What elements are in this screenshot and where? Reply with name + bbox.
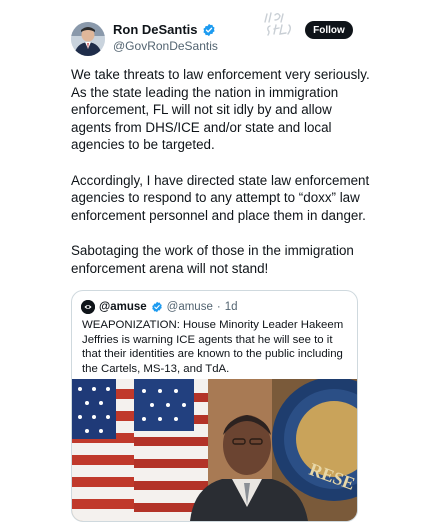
quoted-tweet[interactable]: @amuse @amuse · 1d WEAPONIZATION: House … xyxy=(71,290,358,522)
tweet-paragraph: Accordingly, I have directed state law e… xyxy=(71,172,370,223)
follow-button[interactable]: Follow xyxy=(305,21,353,39)
tweet-text: We take threats to law enforcement very … xyxy=(71,66,371,295)
author-handle[interactable]: @GovRonDeSantis xyxy=(113,39,218,53)
author-name-row: Ron DeSantis xyxy=(113,22,216,37)
verified-badge-icon xyxy=(151,301,162,313)
tweet-card: Ron DeSantis @GovRonDeSantis Follow We t… xyxy=(0,0,429,522)
meta-separator: · xyxy=(216,301,221,313)
watermark-logo-icon xyxy=(264,12,291,36)
tweet-paragraph: Sabotaging the work of those in the immi… xyxy=(71,242,354,276)
tweet-paragraph: We take threats to law enforcement very … xyxy=(71,67,370,153)
quoted-author-name[interactable]: @amuse xyxy=(99,301,147,313)
author-avatar[interactable] xyxy=(71,22,105,56)
author-name[interactable]: Ron DeSantis xyxy=(113,22,198,37)
quoted-author-handle[interactable]: @amuse xyxy=(167,301,213,313)
quoted-tweet-text: WEAPONIZATION: House Minority Leader Hak… xyxy=(82,319,344,375)
quoted-tweet-header: @amuse @amuse · 1d xyxy=(81,300,238,314)
verified-badge-icon xyxy=(202,23,215,36)
quoted-timestamp[interactable]: 1d xyxy=(225,301,238,313)
quoted-author-avatar[interactable] xyxy=(81,300,95,314)
